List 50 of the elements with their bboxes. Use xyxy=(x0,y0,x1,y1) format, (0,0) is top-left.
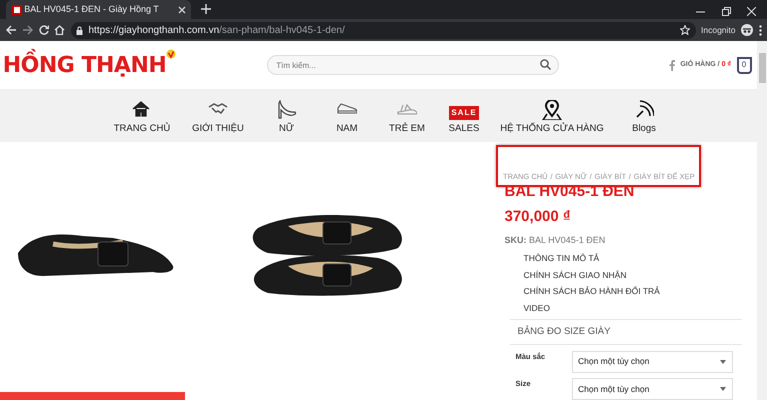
sale-tag: SALE xyxy=(449,106,479,120)
nav-item[interactable]: TRẺ EM xyxy=(376,90,438,142)
logo-emblem-icon xyxy=(166,48,176,58)
lock-icon xyxy=(76,26,83,34)
address-bar[interactable]: https://giayhongthanh.com.vn/san-pham/bal-hv045-1-den/ xyxy=(70,22,696,38)
facebook-icon[interactable] xyxy=(668,60,675,70)
caret-icon xyxy=(720,360,726,364)
info-link[interactable]: CHÍNH SÁCH BẢO HÀNH ĐỔI TRẢ xyxy=(494,285,742,298)
nav-item[interactable]: TRANG CHỦ xyxy=(103,90,181,142)
product-price: 370,000 ₫ xyxy=(504,207,572,228)
sku-text: SKU: BAL HV045-1 ĐEN xyxy=(504,234,606,248)
profile-label: Incognito xyxy=(701,24,736,36)
back-icon[interactable] xyxy=(6,25,16,35)
nav-item[interactable]: NỮ xyxy=(255,90,318,142)
nav-item[interactable]: NAM xyxy=(318,90,376,142)
caret-icon xyxy=(720,387,726,391)
option-select[interactable]: Chọn một tùy chọn xyxy=(572,350,732,372)
nav-item[interactable]: GIỚI THIỆU xyxy=(181,90,255,142)
nav-item[interactable]: HỆ THỐNG CỬA HÀNG xyxy=(490,90,614,142)
scrollbar[interactable] xyxy=(757,41,767,400)
incognito-avatar-icon[interactable] xyxy=(741,24,753,36)
search-icon[interactable] xyxy=(540,59,552,70)
cart-count[interactable]: 0 xyxy=(736,56,752,74)
reload-icon[interactable] xyxy=(38,25,48,35)
option-select[interactable]: Chọn một tùy chọn xyxy=(572,378,732,400)
info-link[interactable]: VIDEO xyxy=(494,302,742,315)
home-icon xyxy=(132,100,152,120)
info-link[interactable]: CHÍNH SÁCH GIAO NHẬN xyxy=(494,268,742,282)
nav-item[interactable]: SALE SALES xyxy=(438,90,490,142)
forward-icon[interactable] xyxy=(22,25,33,35)
product-title: BAL HV045-1 ĐEN xyxy=(504,182,636,202)
url-text: https://giayhongthanh.com.vn/san-pham/bal-hv045-1-den/ xyxy=(88,24,346,38)
browser-tab[interactable]: BAL HV045-1 ĐEN - Giày Hồng T xyxy=(6,0,191,19)
new-tab-icon[interactable] xyxy=(201,4,211,14)
info-link[interactable]: THÔNG TIN MÔ TẢ xyxy=(494,252,742,264)
more-icon[interactable] xyxy=(758,24,762,36)
search-field[interactable]: Tìm kiếm... xyxy=(267,55,560,75)
signal-arcs-icon xyxy=(634,100,654,120)
size-chart-link[interactable]: BẢNG ĐO SIZE GIÀY xyxy=(494,324,742,339)
close-icon[interactable] xyxy=(747,7,756,16)
star-icon[interactable] xyxy=(680,25,690,35)
home-icon[interactable] xyxy=(54,25,65,35)
map-pin-icon xyxy=(542,100,562,120)
nav-item[interactable]: Blogs xyxy=(614,90,674,142)
close-icon[interactable] xyxy=(178,6,186,14)
tab-title: BAL HV045-1 ĐEN - Giày Hồng T xyxy=(24,2,160,16)
high-heel-icon xyxy=(276,100,296,120)
favicon xyxy=(12,4,22,14)
restore-icon[interactable] xyxy=(722,7,730,16)
logo-text[interactable]: HỒNG THẠNH xyxy=(2,48,166,82)
